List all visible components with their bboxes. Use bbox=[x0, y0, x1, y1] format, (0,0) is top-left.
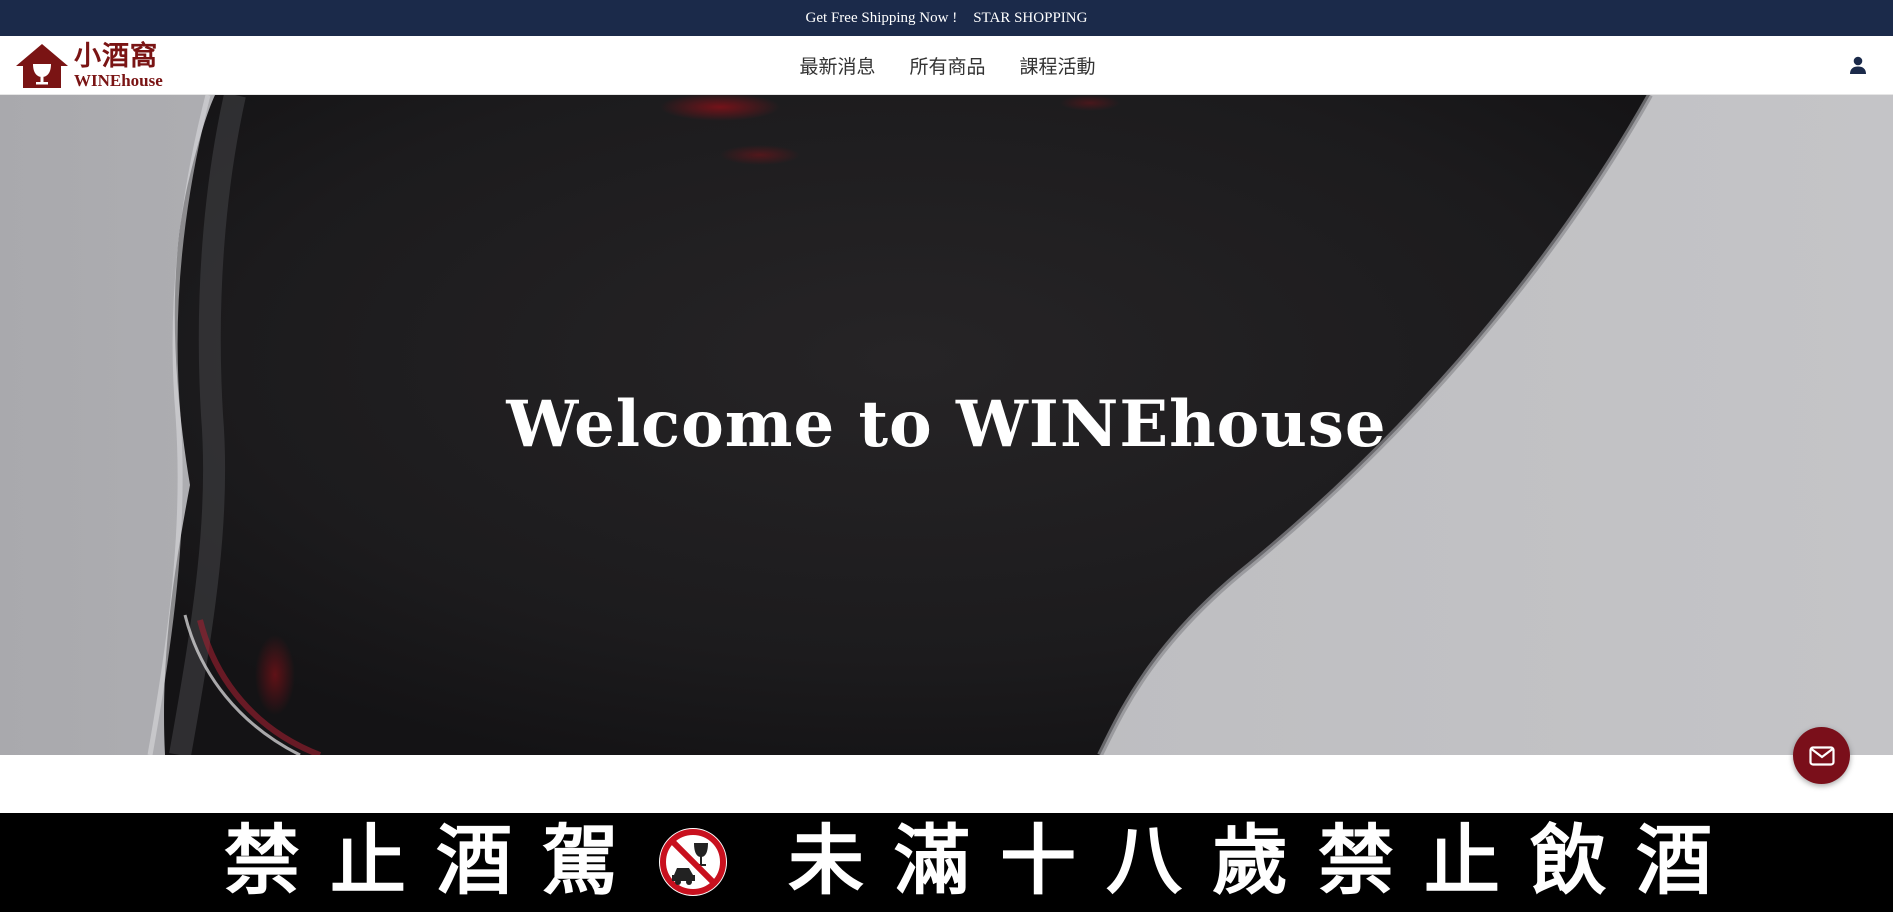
mail-icon bbox=[1808, 745, 1835, 766]
announcement-bar: Get Free Shipping Now ! STAR SHOPPING bbox=[0, 0, 1893, 36]
section-spacer bbox=[0, 755, 1893, 813]
announcement-text: Get Free Shipping Now ! bbox=[805, 9, 958, 26]
logo-name-cn: 小酒窩 bbox=[74, 41, 158, 72]
hero-banner: Welcome to WINEhouse bbox=[0, 95, 1893, 755]
no-drink-driving-icon bbox=[659, 828, 727, 896]
contact-mail-button[interactable] bbox=[1793, 727, 1850, 784]
nav-item-products[interactable]: 所有商品 bbox=[907, 52, 985, 79]
logo-name-en: WINEhouse bbox=[74, 71, 163, 90]
site-header: 小酒窩 WINEhouse 最新消息 所有商品 課程活動 bbox=[0, 36, 1893, 95]
nav-item-news[interactable]: 最新消息 bbox=[797, 52, 875, 79]
user-icon[interactable] bbox=[1847, 54, 1869, 76]
house-glass-logo-icon bbox=[16, 44, 68, 88]
nav-item-events[interactable]: 課程活動 bbox=[1018, 52, 1096, 79]
main-nav: 最新消息 所有商品 課程活動 bbox=[0, 36, 1893, 95]
no-underage-drinking-text: 未滿十八歲禁止飲酒 bbox=[788, 816, 1742, 905]
no-drunk-driving-text: 禁止酒駕 bbox=[224, 816, 648, 905]
logo-text: 小酒窩 WINEhouse bbox=[74, 43, 163, 89]
drinking-warning-banner: 禁止酒駕 未滿十八歲禁止飲酒 bbox=[0, 813, 1893, 912]
hero-title: Welcome to WINEhouse bbox=[506, 387, 1387, 462]
site-logo[interactable]: 小酒窩 WINEhouse bbox=[14, 42, 174, 90]
star-shopping-link[interactable]: STAR SHOPPING bbox=[973, 10, 1087, 27]
